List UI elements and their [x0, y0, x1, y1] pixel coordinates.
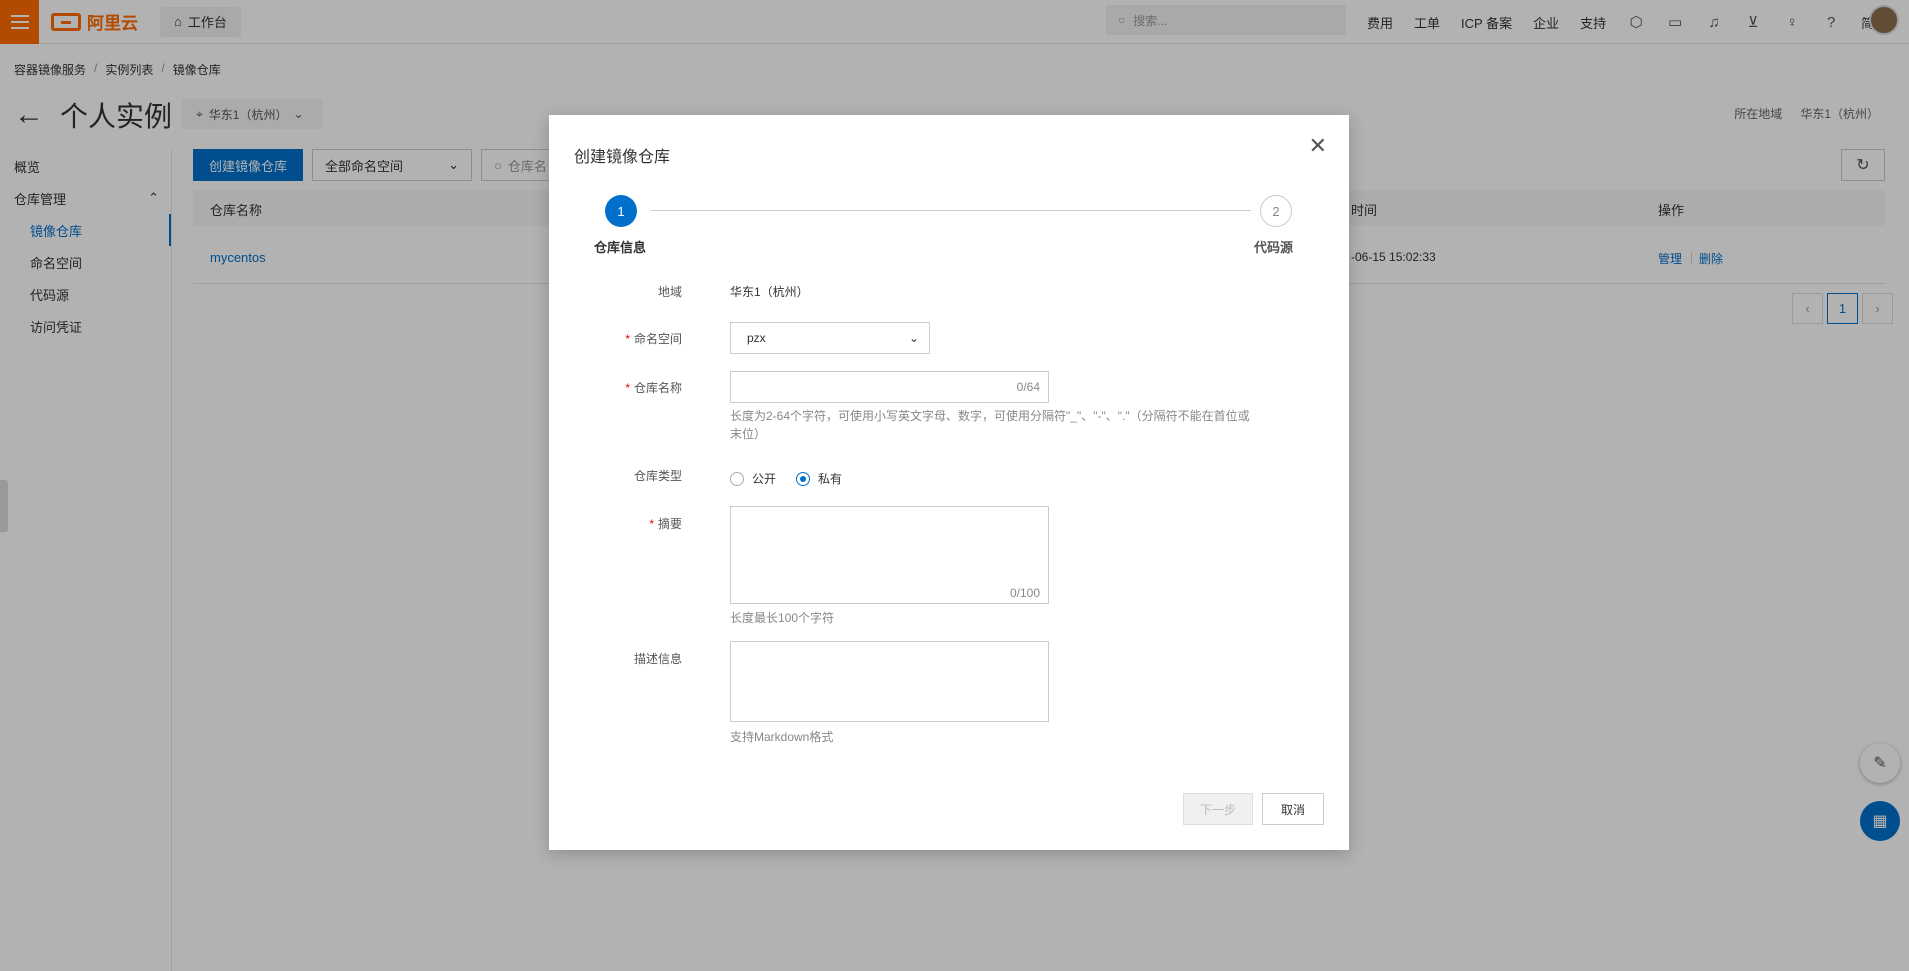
radio-label: 私有 [818, 472, 843, 486]
summary-counter: 0/100 [1009, 586, 1040, 600]
repo-name-input[interactable]: 0/64 [730, 371, 1049, 403]
step-2-indicator: 2 [1260, 195, 1292, 227]
repo-type-radio-group: 公开 私有 [730, 470, 842, 487]
namespace-select[interactable]: pzx ⌄ [730, 322, 930, 354]
step-2-label: 代码源 [1254, 240, 1294, 255]
dialog-title: 创建镜像仓库 [574, 149, 671, 166]
namespace-select-value: pzx [747, 331, 766, 345]
summary-label: * 摘要 [549, 515, 682, 532]
cancel-button[interactable]: 取消 [1262, 793, 1324, 825]
region-label: 地域 [657, 285, 682, 299]
required-mark: * [649, 517, 654, 531]
repo-name-counter: 0/64 [1016, 380, 1040, 394]
summary-help: 长度最长100个字符 [730, 611, 835, 625]
summary-textarea[interactable]: 0/100 [730, 506, 1049, 604]
step-connector [651, 210, 1251, 211]
repo-type-label: 仓库类型 [633, 469, 682, 483]
description-help: 支持Markdown格式 [730, 730, 834, 744]
repo-type-public-radio[interactable]: 公开 [730, 470, 776, 487]
radio-circle-checked [796, 471, 811, 486]
repo-type-private-radio[interactable]: 私有 [796, 470, 842, 487]
namespace-label-text: 命名空间 [633, 332, 682, 346]
step-1-indicator: 1 [605, 195, 637, 227]
close-icon[interactable]: ✕ [1309, 133, 1327, 159]
description-textarea[interactable] [730, 641, 1049, 722]
radio-label: 公开 [752, 472, 777, 486]
namespace-label: * 命名空间 [549, 330, 682, 347]
required-mark: * [625, 381, 630, 395]
description-label: 描述信息 [633, 652, 682, 666]
create-repo-dialog: 创建镜像仓库 ✕ 1 2 仓库信息 代码源 地域 华东1（杭州） * 命名空间 p… [549, 115, 1349, 850]
summary-label-text: 摘要 [657, 517, 682, 531]
next-step-button[interactable]: 下一步 [1183, 793, 1253, 825]
repo-name-label: * 仓库名称 [549, 379, 682, 396]
repo-name-help: 长度为2-64个字符，可使用小写英文字母、数字，可使用分隔符"_"、"-"、".… [730, 409, 1250, 441]
repo-name-label-text: 仓库名称 [633, 381, 682, 395]
required-mark: * [625, 332, 630, 346]
chevron-down-icon: ⌄ [908, 331, 919, 345]
step-1-label: 仓库信息 [594, 240, 647, 255]
radio-circle [730, 471, 744, 486]
region-value: 华东1（杭州） [730, 285, 809, 299]
